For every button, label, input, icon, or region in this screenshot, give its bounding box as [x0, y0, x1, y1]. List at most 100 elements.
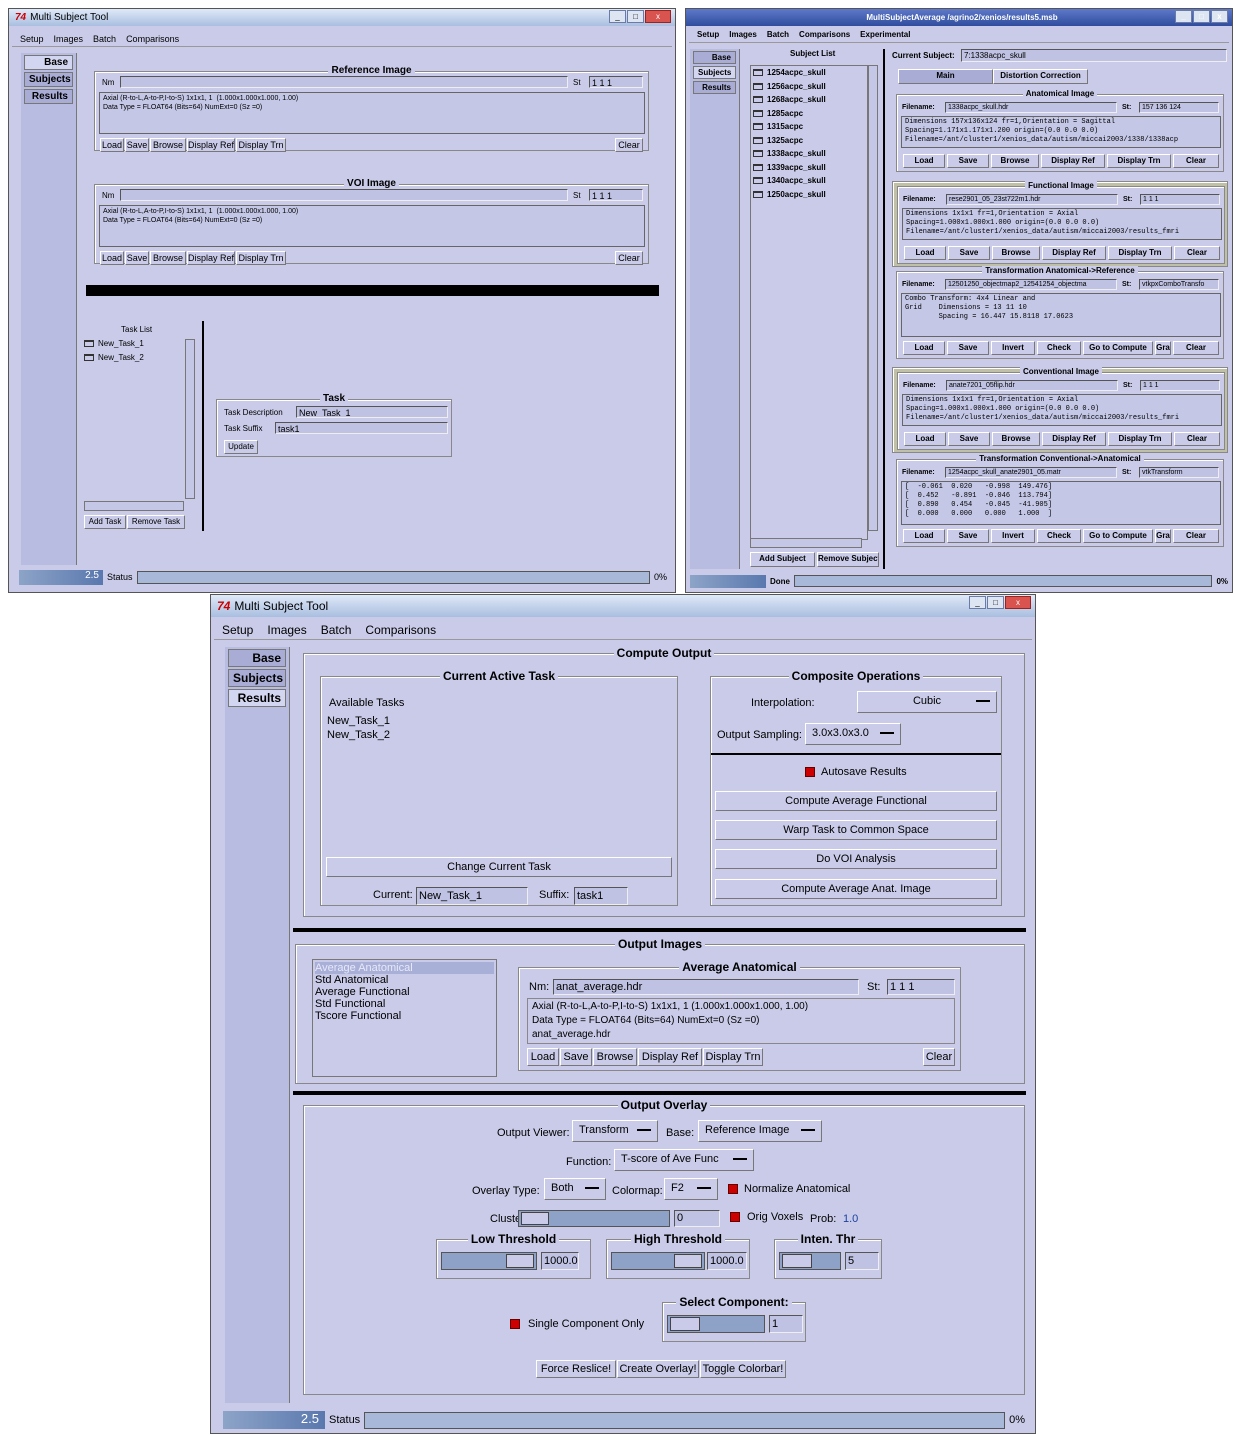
list-item[interactable]: Std Anatomical — [315, 974, 494, 986]
function-dropdown[interactable]: T-score of Ave Func — [614, 1149, 754, 1171]
inten-thr-field[interactable]: 5 — [845, 1252, 879, 1270]
load-button[interactable]: Load — [903, 341, 945, 355]
close-icon[interactable]: x — [1005, 596, 1031, 609]
list-item[interactable]: 1325acpc — [753, 136, 865, 150]
task-desc-field[interactable]: New_Task_1 — [296, 406, 448, 418]
high-threshold-slider[interactable] — [611, 1252, 705, 1270]
grab-button[interactable]: Gra — [1155, 529, 1171, 543]
clear-button[interactable]: Clear — [1173, 529, 1219, 543]
select-component-slider[interactable] — [667, 1315, 765, 1333]
save-button[interactable]: Save — [125, 138, 149, 152]
load-button[interactable]: Load — [904, 246, 946, 260]
invert-button[interactable]: Invert — [991, 341, 1035, 355]
inten-thr-slider[interactable] — [779, 1252, 841, 1270]
list-item[interactable]: 1340acpc_skull — [753, 176, 865, 190]
clear-button[interactable]: Clear — [1173, 341, 1219, 355]
save-button[interactable]: Save — [948, 432, 990, 446]
ref-st-field[interactable]: 1 1 1 — [589, 76, 643, 88]
save-button[interactable]: Save — [560, 1048, 592, 1066]
remove-task-button[interactable]: Remove Task — [127, 515, 185, 529]
display-trn-button[interactable]: Display Trn — [1108, 246, 1172, 260]
menu-batch[interactable]: Batch — [321, 623, 352, 637]
suffix-field[interactable]: task1 — [574, 887, 628, 905]
minimize-icon[interactable]: _ — [609, 10, 626, 23]
subject-list-scrollbar[interactable] — [868, 65, 878, 531]
check-button[interactable]: Check — [1037, 529, 1081, 543]
subject-list-hscrollbar[interactable] — [750, 538, 862, 548]
browse-button[interactable]: Browse — [991, 154, 1039, 168]
change-current-task-button[interactable]: Change Current Task — [326, 857, 672, 877]
clear-button[interactable]: Clear — [615, 138, 643, 152]
interpolation-dropdown[interactable]: Cubic — [857, 691, 997, 713]
browse-button[interactable]: Browse — [992, 246, 1040, 260]
browse-button[interactable]: Browse — [992, 432, 1040, 446]
compute-average-anat-button[interactable]: Compute Average Anat. Image — [715, 879, 997, 899]
list-item[interactable]: Average Anatomical — [315, 962, 494, 974]
tab-subjects[interactable]: Subjects — [24, 72, 73, 87]
close-icon[interactable]: x — [645, 10, 671, 23]
tab-results[interactable]: Results — [693, 81, 736, 94]
display-trn-button[interactable]: Display Trn — [1107, 154, 1171, 168]
minimize-icon[interactable]: _ — [1175, 10, 1192, 23]
list-item[interactable]: Average Functional — [315, 986, 494, 998]
tab-subjects[interactable]: Subjects — [693, 66, 736, 79]
compute-average-functional-button[interactable]: Compute Average Functional — [715, 791, 997, 811]
list-item[interactable]: New_Task_1 — [84, 339, 189, 348]
func-st-field[interactable]: 1 1 1 — [1140, 194, 1220, 205]
tab-base[interactable]: Base — [24, 55, 73, 70]
menu-images[interactable]: Images — [729, 30, 757, 39]
task-list-item[interactable]: New_Task_1 — [327, 715, 390, 727]
orig-voxels-checkbox[interactable] — [730, 1212, 740, 1222]
menu-batch[interactable]: Batch — [767, 30, 789, 39]
tab-base[interactable]: Base — [228, 649, 286, 667]
remove-subject-button[interactable]: Remove Subject — [817, 552, 879, 567]
save-button[interactable]: Save — [947, 154, 989, 168]
normalize-anatomical-checkbox[interactable] — [728, 1184, 738, 1194]
browse-button[interactable]: Browse — [150, 251, 186, 265]
go-to-compute-button[interactable]: Go to Compute — [1083, 529, 1153, 543]
menu-images[interactable]: Images — [267, 623, 306, 637]
list-item[interactable]: New_Task_2 — [84, 353, 189, 362]
list-item[interactable]: 1254acpc_skull — [753, 68, 865, 82]
slider-thumb[interactable] — [670, 1317, 700, 1331]
display-trn-button[interactable]: Display Trn — [236, 138, 286, 152]
warp-task-button[interactable]: Warp Task to Common Space — [715, 820, 997, 840]
list-item[interactable]: Std Functional — [315, 998, 494, 1010]
list-item[interactable]: 1315acpc — [753, 122, 865, 136]
list-item[interactable]: 1338acpc_skull — [753, 149, 865, 163]
save-button[interactable]: Save — [125, 251, 149, 265]
colormap-dropdown[interactable]: F2 — [664, 1178, 718, 1200]
prob-value[interactable]: 1.0 — [843, 1213, 858, 1225]
anat-st-field[interactable]: 157 136 124 — [1139, 102, 1219, 113]
save-button[interactable]: Save — [947, 529, 989, 543]
save-button[interactable]: Save — [948, 246, 990, 260]
menu-comparisons[interactable]: Comparisons — [799, 30, 850, 39]
overlay-type-dropdown[interactable]: Both — [544, 1178, 606, 1200]
list-item[interactable]: 1339acpc_skull — [753, 163, 865, 177]
tca-st-field[interactable]: vtkTransform — [1139, 467, 1219, 478]
list-item[interactable]: 1268acpc_skull — [753, 95, 865, 109]
do-voi-analysis-button[interactable]: Do VOI Analysis — [715, 849, 997, 869]
low-threshold-slider[interactable] — [441, 1252, 537, 1270]
task-suffix-field[interactable]: task1 — [275, 422, 448, 434]
list-item[interactable]: 1250acpc_skull — [753, 190, 865, 204]
voi-nm-field[interactable] — [120, 189, 568, 201]
slider-thumb[interactable] — [782, 1254, 812, 1268]
maximize-icon[interactable]: □ — [627, 10, 644, 23]
display-ref-button[interactable]: Display Ref — [187, 138, 235, 152]
tab-base[interactable]: Base — [693, 51, 736, 64]
display-trn-button[interactable]: Display Trn — [236, 251, 286, 265]
list-item[interactable]: 1285acpc — [753, 109, 865, 123]
menu-setup[interactable]: Setup — [697, 30, 719, 39]
menu-comparisons[interactable]: Comparisons — [126, 34, 179, 44]
list-item[interactable]: 1256acpc_skull — [753, 82, 865, 96]
anat-filename-field[interactable]: 1338acpc_skull.hdr — [945, 102, 1117, 113]
browse-button[interactable]: Browse — [593, 1048, 637, 1066]
menu-experimental[interactable]: Experimental — [860, 30, 910, 39]
slider-thumb[interactable] — [674, 1254, 702, 1268]
load-button[interactable]: Load — [903, 154, 945, 168]
nm-field[interactable]: anat_average.hdr — [553, 979, 859, 995]
load-button[interactable]: Load — [100, 138, 124, 152]
task-list-hscrollbar[interactable] — [84, 501, 184, 511]
add-task-button[interactable]: Add Task — [84, 515, 126, 529]
